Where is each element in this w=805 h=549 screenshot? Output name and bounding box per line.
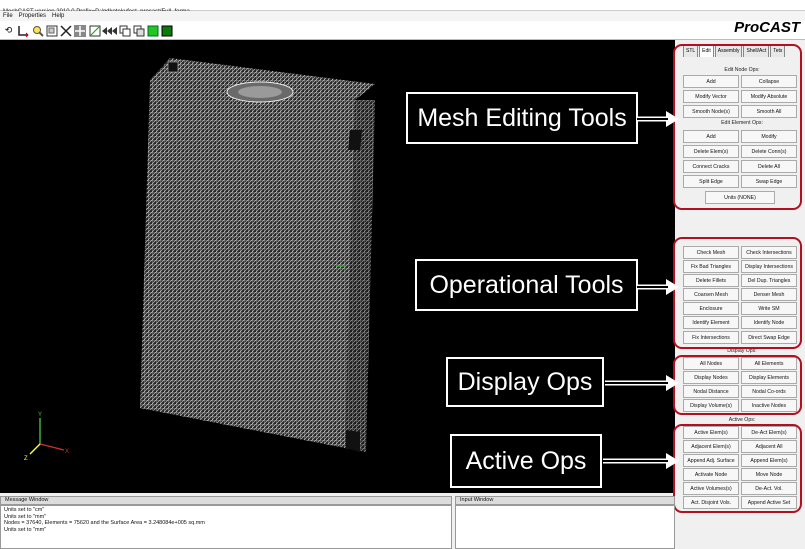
menu-properties[interactable]: Properties — [19, 13, 46, 19]
mesh-editing-highlight — [673, 44, 802, 210]
axis-y-label: Y — [38, 412, 42, 418]
toolbar: ⟲ — [0, 21, 805, 40]
operational-highlight — [673, 237, 802, 349]
fit-icon[interactable] — [59, 24, 72, 37]
message-line: Units set to "cm" — [4, 507, 45, 513]
move-icon[interactable] — [73, 24, 86, 37]
callout-mesh-editing: Mesh Editing Tools — [405, 91, 639, 145]
menu-bar: File Properties Help — [0, 11, 805, 21]
green-box-icon[interactable] — [146, 24, 159, 37]
input-window[interactable] — [455, 505, 675, 549]
arrow-icon — [603, 453, 679, 469]
copy2-icon[interactable] — [132, 24, 145, 37]
axis-triad: Y X Z — [24, 412, 69, 462]
app-window: MeshCAST version 2010.0 Prefix=D:/gdkote… — [0, 0, 805, 549]
callout-operational: Operational Tools — [414, 258, 639, 312]
copy-icon[interactable] — [118, 24, 131, 37]
procast-logo: ProCAST — [734, 19, 800, 36]
green-solid-icon[interactable] — [160, 24, 173, 37]
zoom-box-icon[interactable] — [45, 24, 58, 37]
display-highlight — [673, 355, 802, 415]
menu-file[interactable]: File — [3, 13, 13, 19]
title-bar: MeshCAST version 2010.0 Prefix=D:/gdkote… — [0, 0, 805, 15]
active-header: Active Ops: — [728, 417, 756, 423]
menu-help[interactable]: Help — [52, 13, 64, 19]
active-highlight — [673, 424, 802, 513]
message-window: Units set to "cm" Units set to "mm" Node… — [0, 505, 452, 549]
callout-active: Active Ops — [449, 433, 603, 489]
axis-x-label: X — [65, 449, 69, 455]
arrow-icon — [637, 111, 679, 127]
arrow-icon — [605, 375, 679, 391]
back-icon[interactable] — [101, 24, 117, 37]
message-line: Nodes = 37640, Elements = 75620 and the … — [4, 520, 205, 527]
axes-icon[interactable] — [16, 24, 29, 37]
message-window-title: Message Window — [0, 496, 452, 505]
zoom-icon[interactable] — [31, 24, 44, 37]
message-line: Units set to "mm" — [4, 513, 47, 520]
rotate-icon[interactable]: ⟲ — [2, 24, 15, 37]
pick-icon[interactable] — [88, 24, 101, 37]
axis-z-label: Z — [24, 456, 28, 462]
input-window-title: Input Window — [455, 496, 675, 505]
message-line: Units set to "mm" — [4, 526, 47, 533]
callout-display: Display Ops — [445, 356, 605, 408]
arrow-icon — [637, 279, 679, 295]
